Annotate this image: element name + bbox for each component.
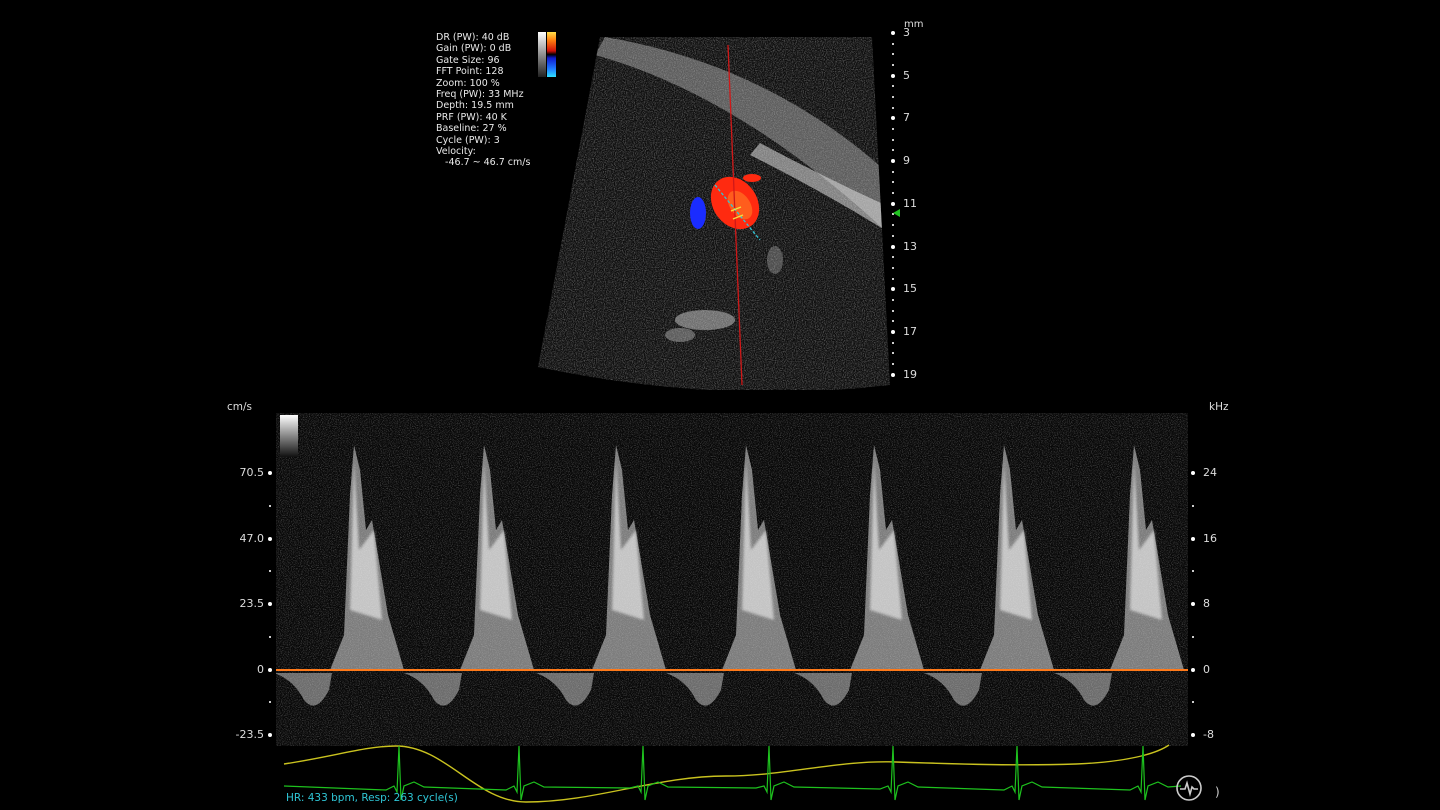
axis-tick-label: -8 <box>1203 728 1214 741</box>
depth-tick-label: 15 <box>903 282 917 296</box>
depth-minor-tick <box>892 341 894 344</box>
depth-tick-dot <box>891 116 895 121</box>
depth-tick-dot <box>891 329 895 334</box>
parameter-line: Zoom: 100 % <box>436 77 500 89</box>
depth-scale: 3 5 7 9 11 13 15 17 19 <box>886 0 946 395</box>
depth-tick-dot <box>891 244 895 249</box>
parameter-line: DR (PW): 40 dB <box>436 32 510 43</box>
depth-minor-tick <box>892 277 894 280</box>
depth-minor-tick <box>892 224 894 227</box>
depth-tick-label: 5 <box>903 68 910 82</box>
axis-minor-tick <box>269 504 271 507</box>
depth-minor-tick <box>892 266 894 269</box>
parameter-line: Gain (PW): 0 dB <box>436 43 512 55</box>
bmode-sector-image <box>538 37 890 390</box>
depth-minor-tick <box>892 128 894 131</box>
parameter-line: Gate Size: 96 <box>436 54 500 66</box>
axis-tick-dot <box>268 602 272 606</box>
depth-minor-tick <box>892 64 894 67</box>
depth-minor-tick <box>892 192 894 195</box>
depth-minor-tick <box>892 352 894 355</box>
axis-tick-dot <box>1191 733 1195 737</box>
axis-tick-dot <box>1191 667 1195 672</box>
parameter-line: FFT Point: 128 <box>436 66 504 78</box>
axis-tick-label: 70.5 <box>239 466 265 479</box>
depth-minor-tick <box>892 96 894 99</box>
depth-minor-tick <box>892 42 894 45</box>
depth-tick-label: 9 <box>903 154 910 168</box>
depth-minor-tick <box>892 85 894 88</box>
parameter-line: Cycle (PW): 3 <box>436 134 500 146</box>
frequency-axis: kHz 24 16 8 0 -8 <box>1186 395 1246 755</box>
depth-minor-tick <box>892 362 894 365</box>
axis-tick-label: 8 <box>1203 597 1210 610</box>
parameter-line: Velocity: <box>436 145 476 157</box>
grayscale-bar-icon <box>280 415 298 457</box>
axis-tick-dot <box>1191 536 1195 541</box>
axis-minor-tick <box>269 635 271 638</box>
parameter-line: -46.7 ~ 46.7 cm/s <box>436 157 531 169</box>
depth-minor-tick <box>892 320 894 323</box>
edge-mark: ) <box>1215 785 1220 799</box>
axis-tick-dot <box>1191 602 1195 606</box>
spectral-doppler-trace <box>276 413 1188 746</box>
depth-tick-label: 13 <box>903 239 917 253</box>
focus-marker-icon[interactable] <box>893 209 900 217</box>
axis-minor-tick <box>269 701 271 704</box>
depth-tick-dot <box>891 31 895 35</box>
parameter-line: Depth: 19.5 mm <box>436 100 514 112</box>
depth-tick-dot <box>891 159 895 164</box>
axis-tick-dot <box>268 667 272 672</box>
depth-tick-dot <box>891 73 895 78</box>
depth-minor-tick <box>892 138 894 141</box>
velocity-axis: cm/s 70.5 47.0 23.5 0 -23.5 <box>200 395 276 755</box>
parameter-panel: DR (PW): 40 dB Gain (PW): 0 dB Gate Size: … <box>436 32 530 169</box>
depth-minor-tick <box>892 53 894 56</box>
axis-minor-tick <box>1192 701 1194 704</box>
axis-tick-label: -23.5 <box>235 728 264 741</box>
parameter-line: Freq (PW): 33 MHz <box>436 88 524 100</box>
depth-tick-label: 17 <box>903 324 917 338</box>
depth-minor-tick <box>892 149 894 152</box>
depth-tick-dot <box>891 287 895 292</box>
depth-tick-label: 11 <box>903 196 917 210</box>
axis-minor-tick <box>1192 570 1194 573</box>
depth-minor-tick <box>892 106 894 109</box>
axis-tick-label: 23.5 <box>239 597 265 610</box>
heart-monitor-icon[interactable] <box>1175 774 1203 802</box>
depth-minor-tick <box>892 181 894 184</box>
depth-minor-tick <box>892 256 894 259</box>
axis-tick-label: 47.0 <box>239 531 265 545</box>
depth-minor-tick <box>892 170 894 173</box>
frequency-axis-unit: kHz <box>1209 401 1229 413</box>
parameter-line: PRF (PW): 40 K <box>436 111 507 123</box>
axis-minor-tick <box>1192 504 1194 507</box>
depth-tick-label: 19 <box>903 367 917 381</box>
status-readout: HR: 433 bpm, Resp: 263 cycle(s) <box>286 792 458 804</box>
axis-tick-label: 0 <box>257 662 264 676</box>
parameter-line: Baseline: 27 % <box>436 123 507 135</box>
depth-tick-dot <box>891 201 895 206</box>
axis-minor-tick <box>1192 635 1194 638</box>
depth-tick-dot <box>891 372 895 377</box>
axis-tick-label: 16 <box>1203 531 1217 545</box>
depth-minor-tick <box>892 309 894 312</box>
depth-tick-label: 7 <box>903 111 910 125</box>
velocity-axis-unit: cm/s <box>227 401 253 413</box>
axis-tick-dot <box>268 471 272 475</box>
axis-tick-dot <box>268 536 272 541</box>
axis-minor-tick <box>269 570 271 573</box>
axis-tick-label: 24 <box>1203 466 1217 479</box>
axis-tick-label: 0 <box>1203 662 1210 676</box>
axis-tick-dot <box>1191 471 1195 475</box>
depth-tick-label: 3 <box>903 26 910 39</box>
depth-minor-tick <box>892 234 894 237</box>
axis-tick-dot <box>268 733 272 737</box>
depth-minor-tick <box>892 298 894 301</box>
